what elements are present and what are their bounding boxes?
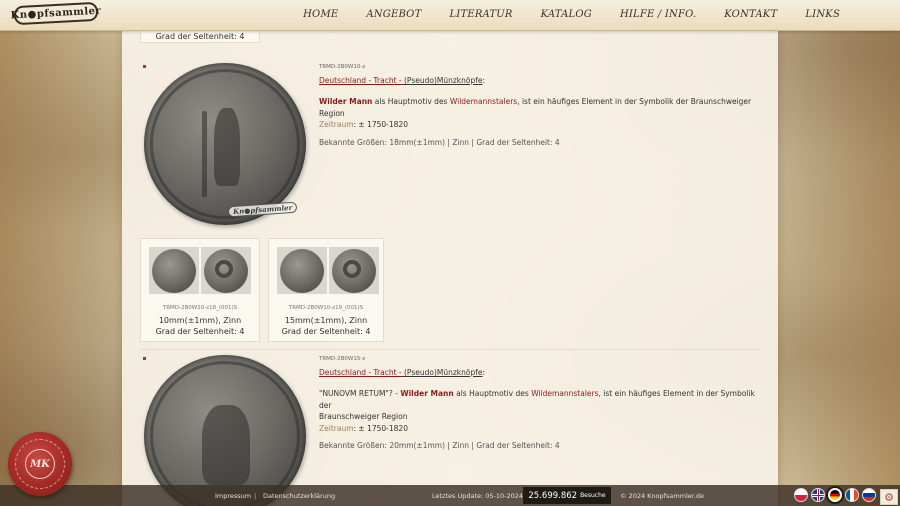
variant-rarity: Grad der Seltenheit: 4 bbox=[281, 327, 371, 336]
category-link[interactable]: Deutschland - Tracht - bbox=[319, 76, 404, 85]
taler-link[interactable]: Wildemannstalers bbox=[531, 389, 598, 398]
site-logo[interactable]: Kn●pfsammler bbox=[10, 1, 102, 26]
sizes-label: Bekannte Größen: bbox=[319, 441, 390, 450]
flag-uk-icon[interactable] bbox=[811, 488, 825, 502]
variant-rarity: Grad der Seltenheit: 4 bbox=[155, 327, 245, 336]
sizes-label: Bekannte Größen: bbox=[319, 137, 390, 147]
nav-kontakt[interactable]: KONTAKT bbox=[724, 9, 777, 20]
nav-home[interactable]: HOME bbox=[303, 9, 338, 20]
category-sub-link[interactable]: (Pseudo)Münzknöpfe bbox=[404, 76, 482, 85]
content-panel: Grad der Seltenheit: 4 Kn●pfsammler TRMD… bbox=[122, 25, 778, 506]
entry-divider bbox=[140, 349, 760, 350]
datenschutz-link[interactable]: Datenschutzerklärung bbox=[263, 492, 335, 500]
desc-quote: "NUNOVM RETUM"? - bbox=[319, 389, 401, 398]
visitor-counter: 25.699.862 Besuche bbox=[523, 487, 611, 504]
variant-code: TRMD-2B0W10-z18_(001)S bbox=[162, 305, 238, 311]
flag-poland-icon[interactable] bbox=[794, 488, 808, 502]
coin-staff bbox=[202, 111, 207, 197]
era-value: : ± 1750-1820 bbox=[353, 423, 408, 433]
variant-size: 10mm(±1mm), Zinn bbox=[158, 316, 242, 325]
era-value: : ± 1750-1820 bbox=[353, 120, 408, 129]
sizes-value: 20mm(±1mm) | Zinn | Grad der Seltenheit:… bbox=[389, 441, 560, 450]
visits-label: Besuche bbox=[580, 492, 606, 499]
variant-rarity: Grad der Seltenheit: 4 bbox=[155, 32, 245, 41]
impressum-link[interactable]: Impressum bbox=[215, 492, 251, 500]
thumb-front[interactable] bbox=[149, 247, 199, 294]
last-update: Letztes Update: 05-10-2024 bbox=[432, 492, 524, 500]
seal-ring bbox=[15, 439, 65, 489]
nav-hilfe-info[interactable]: HILFE / INFO. bbox=[620, 9, 696, 20]
item-code: TRMD-2B0W10-z bbox=[319, 64, 366, 70]
motif-name: Wilder Mann bbox=[319, 97, 373, 106]
coin-image-nunovm-retum[interactable] bbox=[144, 355, 306, 506]
footer-bar: Impressum | Datenschutzerklärung Letztes… bbox=[0, 485, 900, 506]
era-label: Zeitraum bbox=[319, 423, 354, 433]
wax-seal-logo[interactable]: MK bbox=[8, 432, 72, 496]
thumb-back[interactable] bbox=[329, 247, 379, 294]
variant-thumbs bbox=[149, 247, 251, 294]
sizes-value: 18mm(±1mm) | Zinn | Grad der Seltenheit:… bbox=[389, 137, 560, 147]
variant-code: TRMD-2B0W10-z19_(001)S bbox=[288, 305, 364, 311]
nav-angebot[interactable]: ANGEBOT bbox=[366, 9, 421, 20]
category-sub-link[interactable]: (Pseudo)Münzknöpfe bbox=[404, 368, 482, 377]
footer-separator: | bbox=[254, 492, 257, 500]
copyright: © 2024 Knopfsammler.de bbox=[620, 492, 705, 500]
coin-figure bbox=[202, 405, 250, 485]
main-nav: HOME ANGEBOT LITERATUR KATALOG HILFE / I… bbox=[303, 9, 840, 20]
top-navigation-bar: Kn●pfsammler HOME ANGEBOT LITERATUR KATA… bbox=[0, 0, 900, 31]
thumb-front[interactable] bbox=[277, 247, 327, 294]
settings-gear-icon[interactable]: ⚙ bbox=[880, 489, 898, 505]
variant-size: 15mm(±1mm), Zinn bbox=[284, 316, 368, 325]
nav-katalog[interactable]: KATALOG bbox=[541, 9, 592, 20]
visits-count: 25.699.862 bbox=[528, 490, 578, 501]
desc-mid: als Hauptmotiv des bbox=[453, 389, 532, 398]
desc-mid: als Hauptmotiv des bbox=[372, 97, 450, 106]
entry-bullet bbox=[143, 65, 146, 68]
language-switcher bbox=[794, 488, 876, 502]
nav-links[interactable]: LINKS bbox=[805, 9, 840, 20]
variant-card[interactable]: TRMD-2B0W10-z19_(001)S 15mm(±1mm), Zinn … bbox=[268, 238, 384, 342]
era-label: Zeitraum bbox=[319, 120, 354, 129]
desc-line2: Braunschweiger Region bbox=[319, 412, 408, 421]
flag-france-icon[interactable] bbox=[845, 488, 859, 502]
category-link[interactable]: Deutschland - Tracht - bbox=[319, 368, 404, 377]
variant-thumbs bbox=[277, 247, 379, 294]
entry-details: TRMD-2B0W15-z Deutschland - Tracht - (Ps… bbox=[319, 354, 764, 452]
entry-details: TRMD-2B0W10-z Deutschland - Tracht - (Ps… bbox=[319, 62, 764, 148]
flag-russia-icon[interactable] bbox=[862, 488, 876, 502]
variant-card[interactable]: TRMD-2B0W10-z18_(001)S 10mm(±1mm), Zinn … bbox=[140, 238, 260, 342]
thumb-back[interactable] bbox=[201, 247, 251, 294]
taler-link[interactable]: Wildemannstalers bbox=[450, 97, 517, 106]
motif-name: Wilder Mann bbox=[400, 389, 454, 398]
item-code: TRMD-2B0W15-z bbox=[319, 356, 366, 362]
flag-germany-icon[interactable] bbox=[828, 488, 842, 502]
entry-bullet bbox=[143, 357, 146, 360]
coin-image-wilder-mann[interactable] bbox=[144, 63, 306, 225]
nav-literatur[interactable]: LITERATUR bbox=[449, 9, 512, 20]
coin-figure bbox=[214, 108, 240, 186]
